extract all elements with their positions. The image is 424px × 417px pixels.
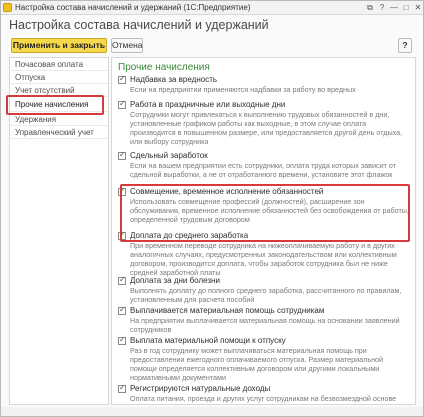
option-label[interactable]: Выплата материальной помощи к отпуску (130, 336, 286, 345)
option-description: Раз в год сотруднику может выплачиваться… (130, 346, 384, 382)
piecework-checkbox[interactable] (118, 150, 126, 160)
option-description: Сотрудники могут привлекаться к выполнен… (130, 110, 403, 146)
window-maximize-icon[interactable]: □ (401, 3, 411, 13)
option-label[interactable]: Регистрируются натуральные доходы (130, 384, 270, 393)
settings-window: Настройка состава начислений и удержаний… (0, 0, 424, 417)
title-bar: Настройка состава начислений и удержаний… (1, 1, 423, 15)
option-label[interactable]: Надбавка за вредность (130, 75, 217, 84)
highlighted-option-frame (120, 184, 410, 242)
app-logo-icon (3, 3, 12, 12)
option-description: Оплата питания, проезда и других услуг с… (130, 394, 397, 403)
page-title: Настройка состава начислений и удержаний (9, 18, 269, 32)
window-title: Настройка состава начислений и удержаний… (15, 3, 251, 12)
option-label[interactable]: Сдельный заработок (130, 151, 208, 160)
window-help-icon[interactable]: ? (377, 3, 387, 13)
selected-item-highlight (6, 95, 104, 115)
window-restore-icon[interactable]: ⧉ (365, 3, 375, 13)
option-label[interactable]: Доплата за дни болезни (130, 276, 220, 285)
section-title: Прочие начисления (118, 62, 210, 73)
window-minimize-icon[interactable]: — (389, 3, 399, 13)
help-button[interactable]: ? (398, 38, 412, 53)
option-label[interactable]: Выплачивается материальная помощь сотруд… (130, 306, 324, 315)
option-description: Если на вашем предприятии есть сотрудник… (130, 161, 397, 179)
vacation-aid-checkbox[interactable] (118, 335, 126, 345)
holiday-work-checkbox[interactable] (118, 99, 126, 109)
option-description: Если на предприятии применяются надбавки… (130, 85, 356, 94)
hazard-allowance-checkbox[interactable] (118, 74, 126, 84)
material-aid-checkbox[interactable] (118, 305, 126, 315)
sidebar-item-vacations[interactable]: Отпуска (10, 71, 108, 84)
sick-days-checkbox[interactable] (118, 275, 126, 285)
sidebar-item-hourly-pay[interactable]: Почасовая оплата (10, 58, 108, 71)
option-description: На предприятии выплачивается материальна… (130, 316, 400, 334)
window-bottom-bar (1, 407, 423, 416)
in-kind-income-checkbox[interactable] (118, 383, 126, 393)
cancel-button[interactable]: Отмена (111, 38, 143, 53)
window-close-icon[interactable]: ✕ (413, 3, 423, 13)
apply-and-close-button[interactable]: Применить и закрыть (11, 38, 107, 53)
option-label[interactable]: Работа в праздничные или выходные дни (130, 100, 285, 109)
option-description: При временном переводе сотрудника на ниж… (130, 241, 397, 277)
sidebar-item-management-accounting[interactable]: Управленческий учет (10, 126, 108, 139)
option-description: Выполнять доплату до полного среднего за… (130, 286, 402, 304)
